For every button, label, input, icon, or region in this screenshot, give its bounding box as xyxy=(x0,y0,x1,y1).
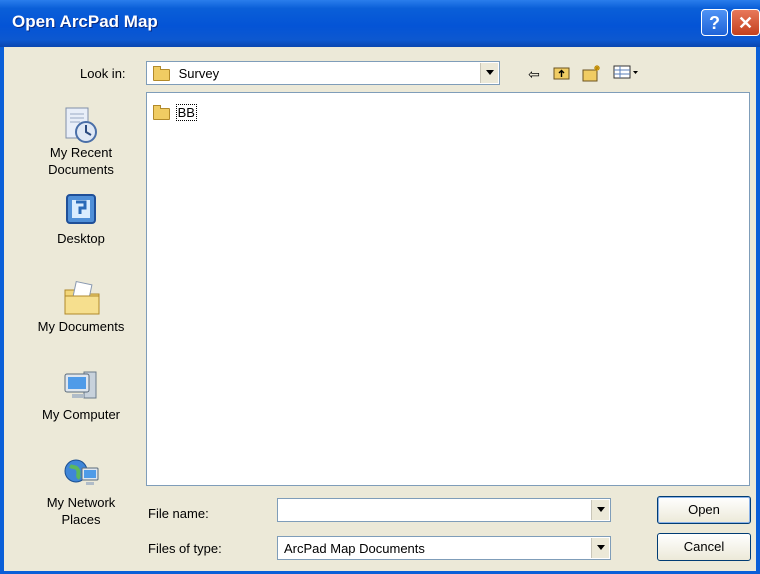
folder-icon xyxy=(153,65,170,81)
look-in-value: Survey xyxy=(178,66,220,81)
desktop-icon xyxy=(62,192,100,228)
cancel-button[interactable]: Cancel xyxy=(657,533,751,561)
place-label: My Network Places xyxy=(46,495,116,527)
place-label: My Recent Documents xyxy=(48,145,114,177)
chevron-down-icon[interactable] xyxy=(591,500,609,520)
file-name-text: BB xyxy=(175,104,197,121)
recent-documents-icon xyxy=(62,106,100,143)
look-in-dropdown[interactable]: Survey xyxy=(146,61,500,85)
chevron-down-icon[interactable] xyxy=(480,63,498,83)
look-in-value-wrap: Survey xyxy=(153,65,220,81)
file-type-dropdown[interactable]: ArcPad Map Documents xyxy=(277,536,611,560)
open-button[interactable]: Open xyxy=(657,496,751,524)
place-my-documents[interactable]: My Documents xyxy=(26,280,136,335)
folder-icon xyxy=(153,104,170,120)
new-folder-icon[interactable] xyxy=(582,64,602,84)
place-desktop[interactable]: Desktop xyxy=(26,192,136,247)
place-label: Desktop xyxy=(57,231,105,246)
close-icon[interactable]: ✕ xyxy=(731,9,760,36)
place-my-network-places[interactable]: My Network Places xyxy=(26,456,136,528)
file-type-label: Files of type: xyxy=(148,541,222,556)
list-item[interactable]: BB xyxy=(153,104,197,121)
file-list[interactable]: BB xyxy=(146,92,750,486)
file-type-value: ArcPad Map Documents xyxy=(284,541,425,556)
my-computer-icon xyxy=(62,368,100,404)
up-folder-icon[interactable] xyxy=(552,64,572,84)
chevron-down-icon[interactable] xyxy=(591,538,609,558)
window-frame-left xyxy=(0,47,4,574)
place-my-computer[interactable]: My Computer xyxy=(26,368,136,423)
view-menu-icon[interactable] xyxy=(612,64,640,84)
place-label: My Documents xyxy=(37,319,125,334)
look-in-label: Look in: xyxy=(80,66,126,81)
title-bar[interactable]: Open ArcPad Map ? ✕ xyxy=(0,0,760,47)
file-name-input[interactable] xyxy=(277,498,611,522)
place-label: My Computer xyxy=(41,407,121,422)
help-icon[interactable]: ? xyxy=(701,9,728,36)
window-frame-right xyxy=(756,47,760,574)
window-title: Open ArcPad Map xyxy=(12,12,158,31)
file-name-label: File name: xyxy=(148,506,209,521)
back-arrow-icon[interactable]: ⇦ xyxy=(524,64,544,84)
network-places-icon xyxy=(62,456,100,492)
my-documents-icon xyxy=(62,280,100,316)
place-my-recent-documents[interactable]: My Recent Documents xyxy=(26,106,136,178)
